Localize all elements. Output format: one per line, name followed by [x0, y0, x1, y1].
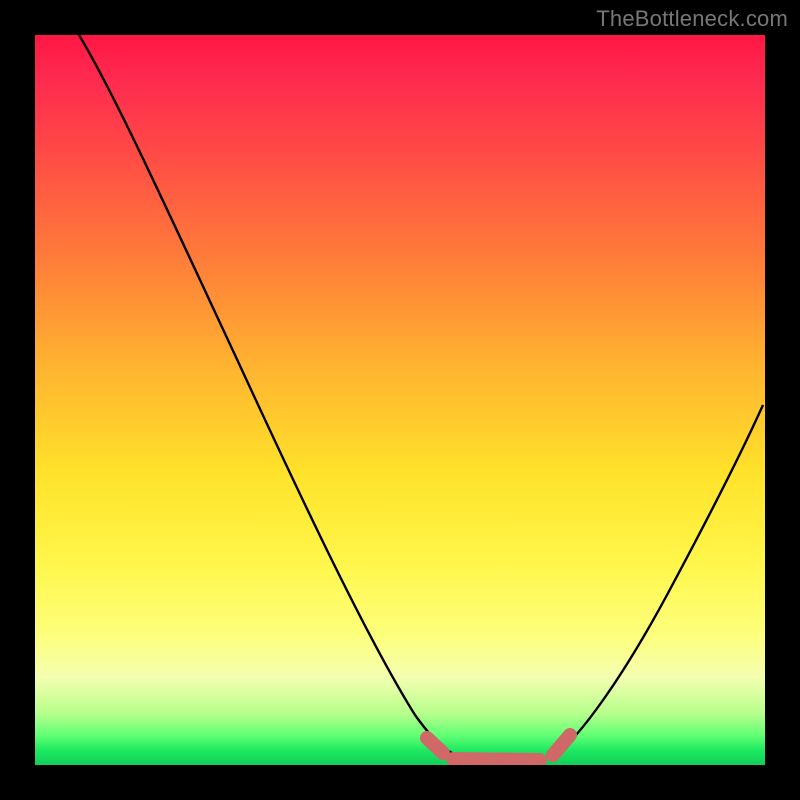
optimal-zone-marker: [427, 735, 570, 760]
bottleneck-curve: [79, 35, 763, 761]
chart-plot-area: [35, 35, 765, 765]
chart-frame: TheBottleneck.com: [0, 0, 800, 800]
chart-svg: [35, 35, 765, 765]
watermark-text: TheBottleneck.com: [596, 6, 788, 32]
